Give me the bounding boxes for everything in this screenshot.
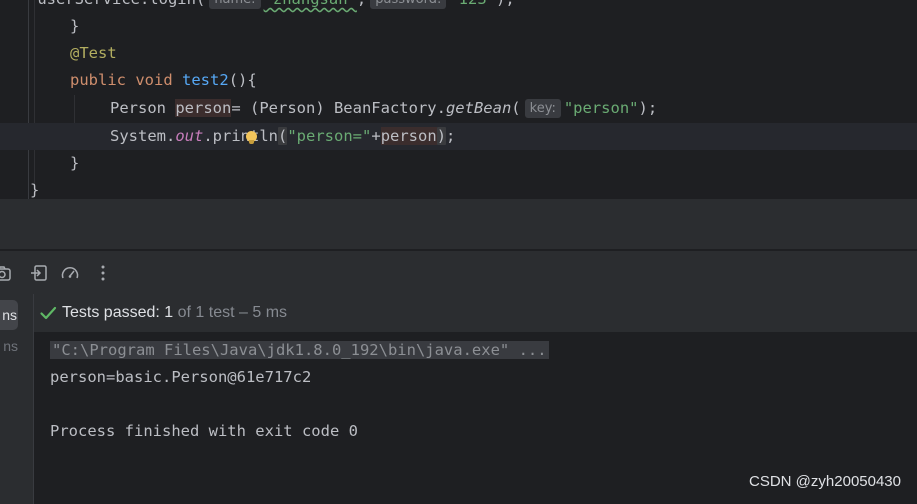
lightbulb-icon[interactable] bbox=[246, 131, 257, 144]
param-hint-key: key: bbox=[524, 99, 561, 118]
code-line-getbean[interactable]: Person person= (Person) BeanFactory.getB… bbox=[110, 95, 657, 122]
test-tree-panel: ns ns bbox=[0, 294, 34, 504]
console-command-line[interactable]: "C:\Program Files\Java\jdk1.8.0_192\bin\… bbox=[50, 337, 549, 364]
variable-highlight: person bbox=[175, 99, 232, 117]
watermark: CSDN @zyh20050430 bbox=[749, 473, 901, 490]
check-icon bbox=[40, 306, 57, 320]
code-line-class-close[interactable]: } bbox=[30, 177, 39, 199]
code-line-println[interactable]: System.out.println("person="+person); bbox=[110, 123, 455, 150]
param-hint-name: name: bbox=[209, 0, 261, 9]
gutter-divider bbox=[28, 0, 29, 199]
test-status-bar: Tests passed: 1 of 1 test – 5 ms bbox=[34, 294, 917, 332]
console-output-line: person=basic.Person@61e717c2 bbox=[50, 368, 312, 386]
coverage-gauge-icon[interactable] bbox=[60, 263, 80, 283]
test-tree-item-selected[interactable]: ns bbox=[0, 300, 18, 330]
code-line-close-brace[interactable]: } bbox=[70, 13, 79, 40]
console-exit-line: Process finished with exit code 0 bbox=[50, 422, 358, 440]
editor-bottom-area bbox=[0, 199, 917, 249]
code-line-annotation[interactable]: @Test bbox=[70, 40, 117, 67]
code-line-method-signature[interactable]: public void test2(){ bbox=[70, 67, 257, 94]
export-icon[interactable] bbox=[29, 263, 49, 283]
more-vertical-icon[interactable] bbox=[93, 263, 113, 283]
code-line-close-brace[interactable]: } bbox=[70, 150, 79, 177]
param-hint-password: password: bbox=[370, 0, 447, 9]
test-status-text: Tests passed: 1 of 1 test – 5 ms bbox=[62, 304, 288, 321]
test-tree-item[interactable]: ns bbox=[0, 336, 18, 356]
code-editor[interactable]: userService.login(name:"zhangsan",passwo… bbox=[0, 0, 917, 199]
code-line-login[interactable]: userService.login(name:"zhangsan",passwo… bbox=[0, 0, 515, 13]
camera-icon[interactable] bbox=[0, 263, 12, 283]
indent-guide bbox=[34, 0, 35, 195]
run-toolbar bbox=[0, 250, 917, 295]
